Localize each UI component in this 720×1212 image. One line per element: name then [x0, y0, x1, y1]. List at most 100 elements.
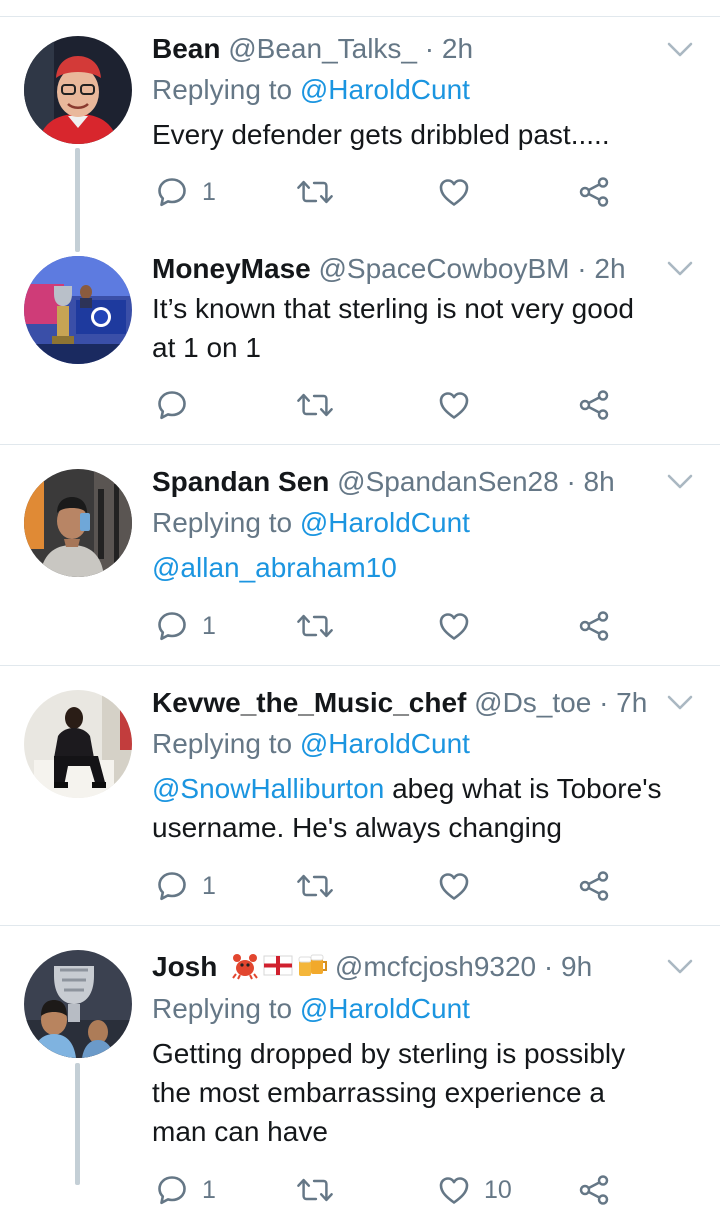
retweet-button[interactable] — [296, 604, 348, 648]
replying-prefix: Replying to — [152, 507, 300, 538]
tweet-header: Bean @Bean_Talks_ · 2h — [152, 32, 660, 66]
tweet-header: Josh @mcfcjosh9320 · 9h — [152, 950, 660, 988]
reply-button[interactable]: 1 — [156, 1168, 216, 1212]
mention-link[interactable]: @SnowHalliburton — [152, 773, 384, 804]
avatar[interactable] — [24, 469, 132, 577]
timestamp[interactable]: 2h — [594, 253, 625, 284]
share-button[interactable] — [578, 170, 610, 214]
tweet-text: It’s known that sterling is not very goo… — [152, 289, 702, 367]
display-name[interactable]: Kevwe_the_Music_chef — [152, 687, 466, 718]
like-count: 10 — [484, 1175, 512, 1204]
separator-dot: · — [566, 466, 576, 497]
tweet-text-line: It’s known that sterling is not very goo… — [152, 293, 634, 324]
share-button[interactable] — [578, 1168, 610, 1212]
reply-button[interactable]: 1 — [156, 604, 216, 648]
reply-button[interactable] — [156, 383, 202, 427]
thread-line — [75, 148, 80, 252]
tweet-divider — [0, 665, 720, 666]
share-icon — [578, 389, 610, 421]
display-name[interactable]: MoneyMase — [152, 253, 311, 284]
tweet-divider — [0, 925, 720, 926]
retweet-button[interactable] — [296, 1168, 348, 1212]
display-name[interactable]: Josh — [152, 951, 217, 982]
tweet-text: Every defender gets dribbled past..... — [152, 119, 610, 150]
retweet-button[interactable] — [296, 170, 348, 214]
replying-to-link[interactable]: @HaroldCunt — [300, 507, 470, 538]
tweet-text: Getting dropped by sterling is possibly … — [152, 1034, 702, 1151]
reply-icon — [156, 870, 188, 902]
reply-count: 1 — [202, 177, 216, 206]
chevron-down-icon[interactable] — [666, 693, 694, 713]
timestamp[interactable]: 8h — [584, 466, 615, 497]
reply-count: 1 — [202, 871, 216, 900]
tweet-actions: 1 — [152, 170, 622, 214]
user-handle[interactable]: @mcfcjosh9320 — [335, 951, 536, 982]
tweet-actions: 1 10 — [152, 1168, 622, 1212]
display-name[interactable]: Bean — [152, 33, 220, 64]
share-icon — [578, 610, 610, 642]
tweet-text-line: at 1 on 1 — [152, 332, 261, 363]
reply-count: 1 — [202, 611, 216, 640]
reply-icon — [156, 389, 188, 421]
avatar[interactable] — [24, 256, 132, 364]
tweet-actions: 1 — [152, 864, 622, 908]
chevron-down-icon[interactable] — [666, 259, 694, 279]
replying-prefix: Replying to — [152, 993, 300, 1024]
thread-line — [75, 1063, 80, 1185]
mention-link[interactable]: @allan_abraham10 — [152, 552, 397, 583]
replying-prefix: Replying to — [152, 74, 300, 105]
share-button[interactable] — [578, 383, 610, 427]
like-button[interactable] — [438, 383, 484, 427]
share-icon — [578, 870, 610, 902]
reply-button[interactable]: 1 — [156, 170, 216, 214]
user-handle[interactable]: @Ds_toe — [474, 687, 591, 718]
chevron-down-icon[interactable] — [666, 40, 694, 60]
replying-to: Replying to @HaroldCunt — [152, 506, 470, 540]
tweet-header: Spandan Sen @SpandanSen28 · 8h — [152, 465, 660, 499]
like-button[interactable]: 10 — [438, 1168, 512, 1212]
like-button[interactable] — [438, 170, 484, 214]
tweet-text-line: Getting dropped by sterling is possibly — [152, 1038, 626, 1069]
like-button[interactable] — [438, 864, 484, 908]
separator-dot: · — [599, 687, 609, 718]
share-button[interactable] — [578, 864, 610, 908]
timestamp[interactable]: 9h — [561, 951, 592, 982]
chevron-down-icon[interactable] — [666, 472, 694, 492]
reply-count: 1 — [202, 1175, 216, 1204]
reply-button[interactable]: 1 — [156, 864, 216, 908]
separator-dot: · — [577, 253, 587, 284]
tweet-text-line: the most embarrassing experience a — [152, 1077, 605, 1108]
reply-icon — [156, 1174, 188, 1206]
heart-icon — [438, 176, 470, 208]
avatar[interactable] — [24, 36, 132, 144]
retweet-icon — [296, 1174, 334, 1206]
replying-prefix: Replying to — [152, 728, 300, 759]
avatar[interactable] — [24, 950, 132, 1058]
tweet-text: @allan_abraham10 — [152, 548, 702, 587]
retweet-icon — [296, 389, 334, 421]
like-button[interactable] — [438, 604, 484, 648]
replying-to-link[interactable]: @HaroldCunt — [300, 993, 470, 1024]
timestamp[interactable]: 7h — [616, 687, 647, 718]
retweet-button[interactable] — [296, 383, 348, 427]
user-handle[interactable]: @SpaceCowboyBM — [319, 253, 570, 284]
separator-dot: · — [424, 33, 435, 64]
name-emojis — [231, 950, 328, 988]
replying-to-link[interactable]: @HaroldCunt — [300, 74, 470, 105]
display-name[interactable]: Spandan Sen — [152, 466, 329, 497]
replying-to-link[interactable]: @HaroldCunt — [300, 728, 470, 759]
share-button[interactable] — [578, 604, 610, 648]
tweet-text: @SnowHalliburton abeg what is Tobore's u… — [152, 769, 702, 847]
retweet-button[interactable] — [296, 864, 348, 908]
user-handle[interactable]: @Bean_Talks_ — [228, 33, 417, 64]
timestamp[interactable]: 2h — [442, 33, 473, 64]
heart-icon — [438, 870, 470, 902]
tweet-header: Kevwe_the_Music_chef @Ds_toe · 7h — [152, 686, 660, 720]
reply-icon — [156, 610, 188, 642]
replying-to: Replying to @HaroldCunt — [152, 727, 470, 761]
chevron-down-icon[interactable] — [666, 957, 694, 977]
england-flag-icon — [263, 955, 293, 976]
crab-icon — [232, 954, 258, 980]
avatar[interactable] — [24, 690, 132, 798]
user-handle[interactable]: @SpandanSen28 — [337, 466, 559, 497]
